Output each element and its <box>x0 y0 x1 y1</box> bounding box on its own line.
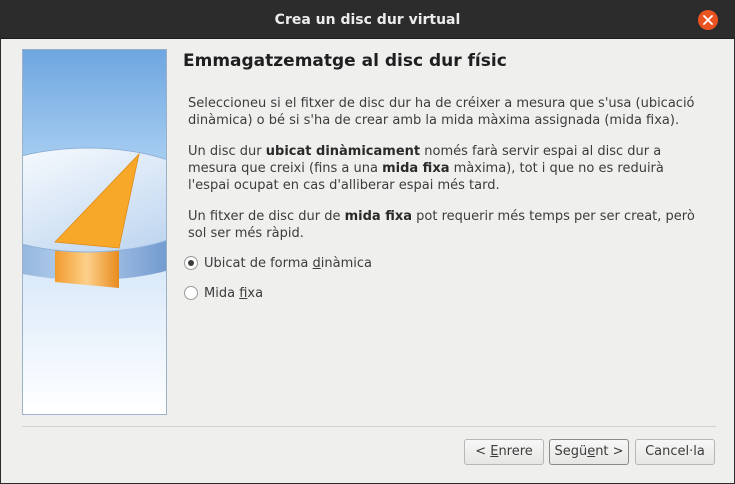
fixed-size-option[interactable]: Mida fixa <box>184 284 263 302</box>
title-bar[interactable]: Crea un disc dur virtual <box>1 1 734 39</box>
page-heading: Emmagatzematge al disc dur físic <box>183 51 507 71</box>
hard-disk-pie-illustration <box>23 147 166 288</box>
window-title: Crea un disc dur virtual <box>274 12 461 28</box>
back-button[interactable]: < Enrere <box>464 439 544 465</box>
wizard-side-image <box>22 49 167 415</box>
fixed-explanation-paragraph: Un fitxer de disc dur de mida fixa pot r… <box>188 208 713 242</box>
dynamic-radio-button[interactable] <box>184 256 198 270</box>
close-icon <box>703 15 713 25</box>
text-line: sol ser més ràpid. <box>188 226 304 241</box>
text-line: Un fitxer de disc dur de mida fixa pot r… <box>188 209 695 224</box>
dynamic-radio-label[interactable]: Ubicat de forma dinàmica <box>204 256 372 271</box>
dynamic-allocation-option[interactable]: Ubicat de forma dinàmica <box>184 254 372 272</box>
description-paragraph: Seleccioneu si el fitxer de disc dur ha … <box>188 96 695 128</box>
text-line: l'espai ocupat en cas d'alliberar espai … <box>188 178 500 193</box>
button-separator <box>22 426 716 427</box>
fixed-radio-button[interactable] <box>184 286 198 300</box>
next-button[interactable]: Següent > <box>549 439 629 465</box>
dialog-window: Crea un disc dur virtual Emmagatzematge … <box>0 0 735 484</box>
text-line: mesura que creixi (fins a una mida fixa … <box>188 161 664 176</box>
cancel-button[interactable]: Cancel·la <box>635 439 715 465</box>
close-button[interactable] <box>698 10 718 30</box>
fixed-radio-label[interactable]: Mida fixa <box>204 286 263 301</box>
dynamic-explanation-paragraph: Un disc dur ubicat dinàmicament només fa… <box>188 143 713 194</box>
text-line: Un disc dur ubicat dinàmicament només fa… <box>188 144 662 159</box>
